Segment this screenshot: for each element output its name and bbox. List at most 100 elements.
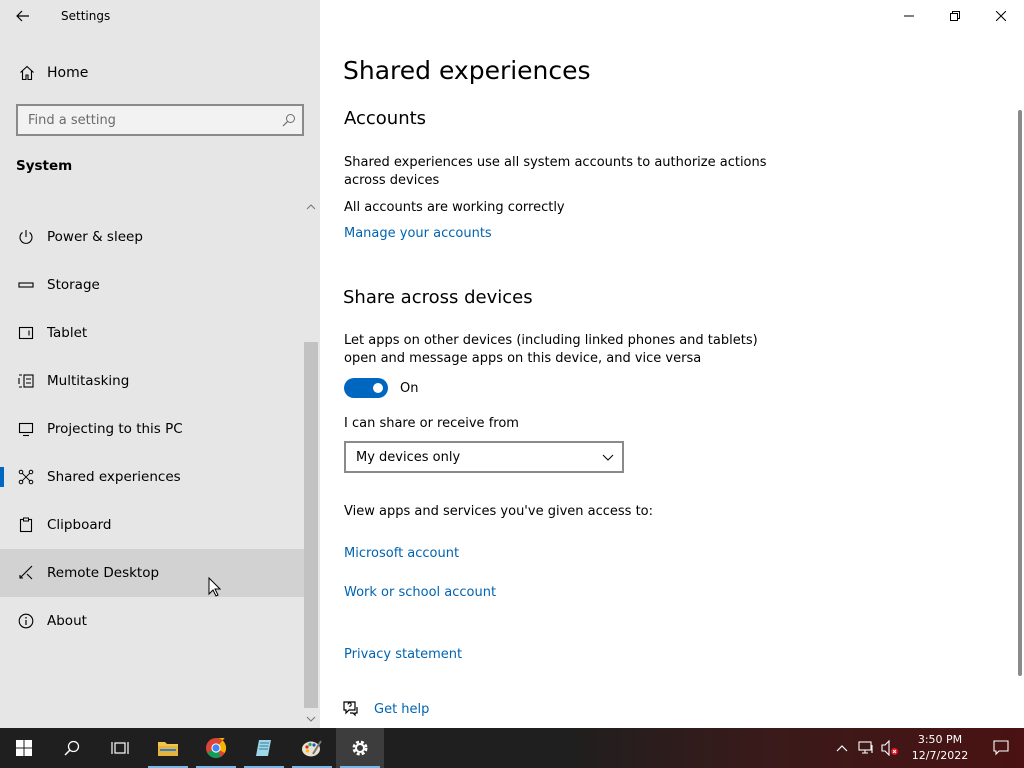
clock-time: 3:50 PM bbox=[917, 733, 963, 746]
toggle-state-label: On bbox=[400, 380, 419, 396]
network-button[interactable] bbox=[854, 728, 878, 768]
tablet-icon bbox=[16, 323, 36, 343]
sidebar-scrollbar-thumb[interactable] bbox=[304, 342, 318, 708]
accounts-heading: Accounts bbox=[344, 108, 427, 129]
manage-accounts-link[interactable]: Manage your accounts bbox=[344, 226, 492, 241]
share-toggle[interactable] bbox=[344, 378, 388, 398]
chevron-up-icon bbox=[836, 744, 848, 751]
sidebar-item-shared-experiences[interactable]: Shared experiences bbox=[0, 453, 304, 501]
start-button[interactable] bbox=[0, 728, 48, 768]
sidebar-item-projecting[interactable]: Projecting to this PC bbox=[0, 405, 304, 453]
privacy-statement-link[interactable]: Privacy statement bbox=[344, 647, 462, 662]
sidebar-item-label: Multitasking bbox=[47, 373, 130, 389]
task-view-button[interactable] bbox=[96, 728, 144, 768]
windows-logo-icon bbox=[16, 740, 32, 756]
power-icon bbox=[16, 227, 36, 247]
sidebar: Settings Home System bbox=[0, 0, 320, 728]
sidebar-item-label: Remote Desktop bbox=[47, 565, 160, 581]
task-view-icon bbox=[111, 742, 129, 754]
show-hidden-icons-button[interactable] bbox=[830, 728, 854, 768]
sidebar-item-label: Shared experiences bbox=[47, 469, 181, 485]
main-content: Shared experiences Accounts Shared exper… bbox=[320, 0, 1024, 728]
share-toggle-row: On bbox=[344, 378, 418, 398]
sidebar-item-label: Projecting to this PC bbox=[47, 421, 183, 437]
minimize-button[interactable] bbox=[886, 0, 932, 32]
storage-icon bbox=[16, 275, 36, 295]
sidebar-item-tablet[interactable]: Tablet bbox=[0, 309, 304, 357]
page-title: Shared experiences bbox=[343, 56, 591, 85]
sidebar-item-storage[interactable]: Storage bbox=[0, 261, 304, 309]
get-help-link: Get help bbox=[374, 701, 430, 717]
title-bar: Settings bbox=[0, 0, 320, 32]
accounts-status: All accounts are working correctly bbox=[344, 200, 565, 215]
close-icon bbox=[996, 11, 1006, 21]
search-input[interactable] bbox=[18, 106, 276, 134]
gear-icon bbox=[352, 740, 368, 756]
section-heading: System bbox=[16, 158, 73, 174]
restore-icon bbox=[950, 11, 960, 21]
dropdown-value: My devices only bbox=[356, 449, 461, 465]
paint-palette-icon bbox=[302, 740, 322, 757]
home-icon bbox=[17, 65, 37, 81]
clipboard-icon bbox=[16, 515, 36, 535]
accounts-description: Shared experiences use all system accoun… bbox=[344, 155, 767, 188]
sidebar-item-label: Tablet bbox=[47, 325, 88, 341]
file-explorer-button[interactable] bbox=[144, 728, 192, 768]
settings-window: Settings Home System bbox=[0, 0, 1024, 728]
sidebar-item-clipboard[interactable]: Clipboard bbox=[0, 501, 304, 549]
app-title: Settings bbox=[61, 9, 111, 23]
sidebar-item-power-sleep[interactable]: Power & sleep bbox=[0, 213, 304, 261]
notepad-icon bbox=[256, 740, 271, 756]
sidebar-item-label: Power & sleep bbox=[47, 229, 143, 245]
projecting-icon bbox=[16, 419, 36, 439]
chevron-down-icon bbox=[306, 716, 316, 722]
multitasking-icon bbox=[16, 371, 36, 391]
sidebar-item-multitasking[interactable]: Multitasking bbox=[0, 357, 304, 405]
close-button[interactable] bbox=[978, 0, 1024, 32]
network-icon bbox=[858, 741, 873, 754]
access-label: View apps and services you've given acce… bbox=[344, 504, 653, 519]
volume-button[interactable] bbox=[878, 728, 902, 768]
scroll-up-arrow[interactable] bbox=[304, 200, 318, 214]
paint-app-button[interactable] bbox=[288, 728, 336, 768]
search-icon bbox=[64, 740, 80, 756]
clock-date: 12/7/2022 bbox=[911, 749, 969, 762]
microsoft-account-link[interactable]: Microsoft account bbox=[344, 546, 459, 561]
sidebar-item-home[interactable]: Home bbox=[0, 56, 320, 90]
remote-desktop-icon bbox=[16, 563, 36, 583]
share-description: Let apps on other devices (including lin… bbox=[344, 333, 758, 366]
taskbar-search-button[interactable] bbox=[48, 728, 96, 768]
search-box bbox=[16, 104, 304, 136]
help-chat-icon bbox=[343, 701, 358, 717]
get-help-row[interactable]: Get help bbox=[342, 700, 429, 718]
chevron-down-icon bbox=[602, 454, 614, 461]
sidebar-nav: Power & sleep Storage Tablet Multitaskin… bbox=[0, 213, 304, 645]
mouse-cursor-icon bbox=[208, 576, 222, 601]
work-school-account-link[interactable]: Work or school account bbox=[344, 585, 496, 600]
back-button[interactable] bbox=[0, 0, 46, 32]
info-icon bbox=[16, 611, 36, 631]
share-heading: Share across devices bbox=[343, 287, 533, 308]
search-icon[interactable] bbox=[276, 113, 302, 127]
sidebar-item-label: Storage bbox=[47, 277, 100, 293]
action-center-button[interactable] bbox=[978, 728, 1024, 768]
sidebar-item-remote-desktop[interactable]: Remote Desktop bbox=[0, 549, 304, 597]
chevron-up-icon bbox=[306, 204, 316, 210]
main-scrollbar[interactable] bbox=[1018, 110, 1022, 676]
minimize-icon bbox=[904, 15, 914, 17]
share-receive-label: I can share or receive from bbox=[344, 416, 519, 431]
home-label: Home bbox=[47, 65, 89, 81]
back-arrow-icon bbox=[16, 10, 29, 22]
settings-app-button[interactable] bbox=[336, 728, 384, 768]
restore-button[interactable] bbox=[932, 0, 978, 32]
sidebar-item-label: Clipboard bbox=[47, 517, 112, 533]
clock[interactable]: 3:50 PM 12/7/2022 bbox=[902, 728, 978, 768]
notification-icon bbox=[993, 740, 1009, 756]
scroll-down-arrow[interactable] bbox=[304, 712, 318, 726]
chrome-button[interactable] bbox=[192, 728, 240, 768]
notepad-app-button[interactable] bbox=[240, 728, 288, 768]
share-from-dropdown[interactable]: My devices only bbox=[344, 441, 624, 473]
window-controls bbox=[886, 0, 1024, 32]
sidebar-item-about[interactable]: About bbox=[0, 597, 304, 645]
sidebar-item-label: About bbox=[47, 613, 87, 629]
